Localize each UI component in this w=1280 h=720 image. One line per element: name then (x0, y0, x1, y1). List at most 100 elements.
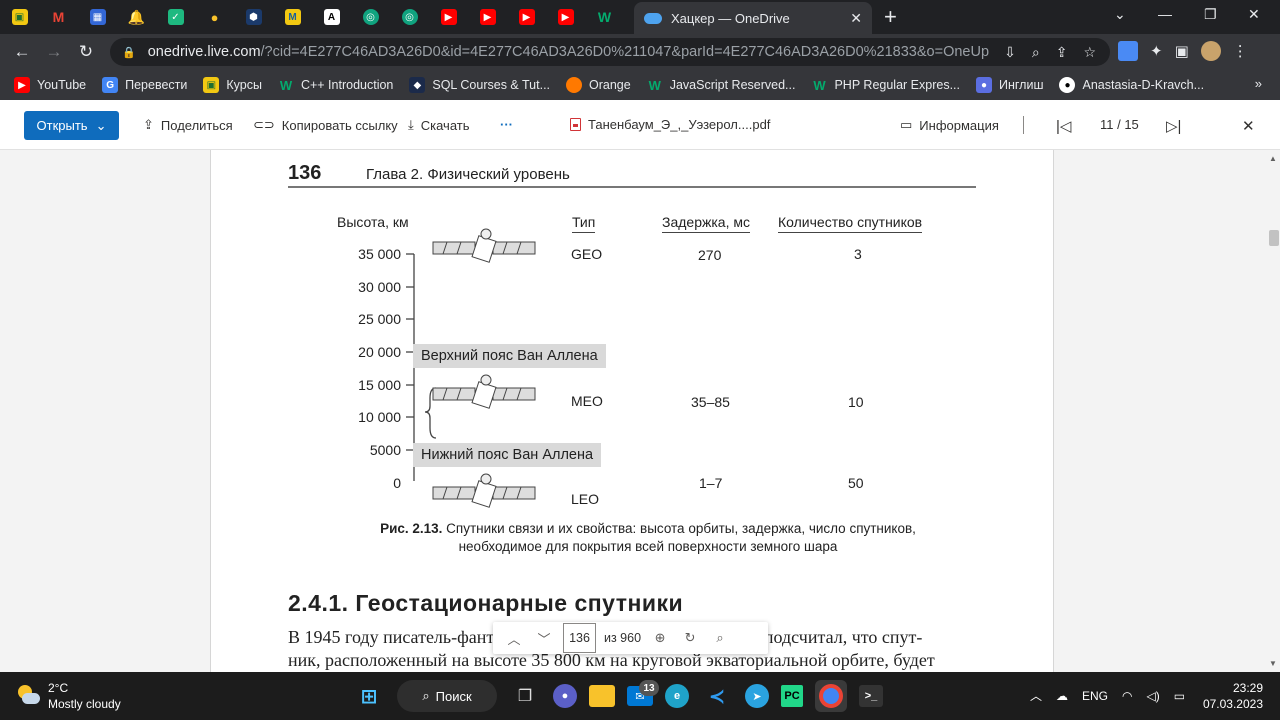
next-file-icon[interactable]: ▷| (1166, 117, 1181, 135)
link-icon: ⊂⊃ (253, 117, 275, 132)
pinned-tab[interactable]: A (312, 0, 351, 34)
pinned-tab[interactable]: 🔔 (117, 0, 156, 34)
minimize-button[interactable]: — (1158, 6, 1172, 22)
scroll-up-icon[interactable]: ▲ (1269, 154, 1277, 163)
youtube-icon: ▶ (440, 9, 457, 25)
new-tab-button[interactable]: + (884, 4, 897, 30)
forward-icon[interactable]: → (38, 42, 70, 62)
close-tab-icon[interactable]: ✕ (850, 10, 862, 27)
back-icon[interactable]: ← (6, 42, 38, 62)
download-button[interactable]: ⤓ Скачать (408, 117, 470, 133)
rotate-icon[interactable]: ↻ (679, 630, 701, 646)
file-explorer-icon[interactable] (589, 685, 615, 707)
download-label: Скачать (420, 117, 470, 133)
search-button[interactable]: ⌕ Поиск (397, 680, 497, 712)
geo-satellite-icon (432, 228, 536, 263)
task-view-icon[interactable]: ❐ (509, 680, 541, 712)
share-label: Поделиться (160, 117, 233, 133)
share-icon[interactable]: ⇪ (1056, 44, 1068, 61)
pinned-tab[interactable]: ▶ (468, 0, 507, 34)
next-page-icon[interactable]: ﹀ (533, 629, 555, 648)
hexagon-icon: ⬢ (245, 9, 262, 25)
more-actions-button[interactable]: ··· (500, 117, 513, 132)
weather-widget[interactable]: 2°C Mostly cloudy (18, 680, 121, 712)
translate-extension-icon[interactable] (1118, 41, 1138, 61)
pinned-tab[interactable]: M (39, 0, 78, 34)
tab-search-icon[interactable]: ⌄ (1114, 6, 1126, 23)
mail-icon[interactable]: ✉ 13 (627, 680, 659, 706)
star-icon[interactable]: ☆ (1083, 44, 1096, 61)
bookmark-item[interactable]: ▶ YouTube (14, 77, 86, 93)
scroll-down-icon[interactable]: ▼ (1269, 659, 1277, 668)
pinned-tab[interactable]: ▣ (0, 0, 39, 34)
chevron-up-icon[interactable]: ︿ (1030, 687, 1042, 704)
bookmarks-more-button[interactable]: » (1255, 76, 1262, 91)
leo-satellite-icon (432, 473, 536, 508)
vertical-scrollbar[interactable]: ▲ ▼ (1266, 150, 1280, 672)
maximize-button[interactable]: ❐ (1204, 6, 1217, 23)
open-button[interactable]: Открыть ⌄ (24, 111, 119, 140)
battery-icon[interactable]: ▭ (1174, 689, 1185, 703)
page-number-input[interactable]: 136 (563, 623, 596, 653)
share-button[interactable]: ⇪ Поделиться (143, 117, 233, 133)
pinned-tab[interactable]: ◎ (351, 0, 390, 34)
pinned-tab[interactable]: ▶ (507, 0, 546, 34)
altitude-tick: 15 000 (358, 377, 401, 393)
lock-icon: 🔒 (122, 46, 136, 59)
info-button[interactable]: ▭ Информация (900, 117, 999, 133)
pinned-tab[interactable]: ▦ (78, 0, 117, 34)
menu-icon[interactable]: ⋮ (1233, 42, 1248, 60)
bookmark-item[interactable]: Orange (566, 77, 631, 93)
previous-page-icon[interactable]: ︿ (503, 629, 525, 648)
start-button[interactable]: ⊞ (353, 680, 385, 712)
pinned-tab[interactable]: W (585, 0, 624, 34)
pdf-viewer[interactable]: 136 Глава 2. Физический уровень Высота, … (0, 150, 1280, 672)
address-bar[interactable]: 🔒 onedrive.live.com /?cid=4E277C46AD3A26… (110, 38, 1110, 66)
volume-icon[interactable]: ◁) (1147, 689, 1160, 703)
close-viewer-icon[interactable]: ✕ (1242, 117, 1255, 135)
bookmark-item[interactable]: ● Anastasia-D-Kravch... (1059, 77, 1204, 93)
pycharm-icon[interactable]: PC (781, 685, 803, 707)
install-app-icon[interactable]: ⇩ (1004, 44, 1016, 61)
pinned-tab[interactable]: ▶ (546, 0, 585, 34)
bookmark-item[interactable]: W JavaScript Reserved... (647, 77, 796, 93)
wifi-icon[interactable]: ◠ (1122, 689, 1132, 703)
pinned-tab[interactable]: ● (195, 0, 234, 34)
pinned-tab[interactable]: ✓ (156, 0, 195, 34)
puzzle-icon[interactable]: ✦ (1150, 42, 1163, 60)
share-icon: ⇪ (143, 117, 154, 132)
vscode-icon[interactable]: ≺ (701, 680, 733, 712)
bookmark-item[interactable]: ◆ SQL Courses & Tut... (409, 77, 550, 93)
chat-icon[interactable]: ● (553, 684, 577, 708)
bookmark-item[interactable]: W C++ Introduction (278, 77, 394, 93)
type-header: Тип (572, 214, 596, 233)
pinned-tab[interactable]: ▶ (429, 0, 468, 34)
zoom-in-icon[interactable]: ⊕ (649, 630, 671, 646)
pinned-tab[interactable]: ⬢ (234, 0, 273, 34)
bookmark-item[interactable]: ▣ Курсы (203, 77, 262, 93)
chrome-icon[interactable] (815, 680, 847, 712)
pinned-tab[interactable]: M (273, 0, 312, 34)
running-head: Глава 2. Физический уровень (366, 166, 570, 183)
scroll-thumb[interactable] (1269, 230, 1279, 246)
previous-file-icon[interactable]: |◁ (1056, 117, 1071, 135)
profile-avatar[interactable] (1200, 41, 1221, 61)
reload-icon[interactable]: ↻ (70, 42, 102, 62)
search-icon[interactable]: ⌕ (709, 630, 731, 646)
copy-link-button[interactable]: ⊂⊃ Копировать ссылку (253, 117, 398, 133)
clock[interactable]: 23:29 07.03.2023 (1203, 680, 1263, 712)
sidepanel-icon[interactable]: ▣ (1175, 42, 1189, 60)
language-indicator[interactable]: ENG (1082, 689, 1108, 703)
partly-cloudy-icon (18, 685, 40, 707)
bookmark-item[interactable]: W PHP Regular Expres... (811, 77, 960, 93)
tab-onedrive[interactable]: Хацкер — OneDrive ✕ (634, 2, 872, 34)
telegram-icon[interactable]: ➤ (745, 684, 769, 708)
pinned-tab[interactable]: ◎ (390, 0, 429, 34)
close-window-button[interactable]: ✕ (1248, 6, 1260, 23)
terminal-icon[interactable]: >_ (859, 685, 883, 707)
onedrive-tray-icon[interactable]: ☁ (1056, 689, 1068, 703)
bookmark-item[interactable]: ● Инглиш (976, 77, 1043, 93)
bookmark-item[interactable]: G Перевести (102, 77, 187, 93)
edge-icon[interactable]: e (665, 684, 689, 708)
zoom-icon[interactable]: ⌕ (1032, 44, 1040, 61)
